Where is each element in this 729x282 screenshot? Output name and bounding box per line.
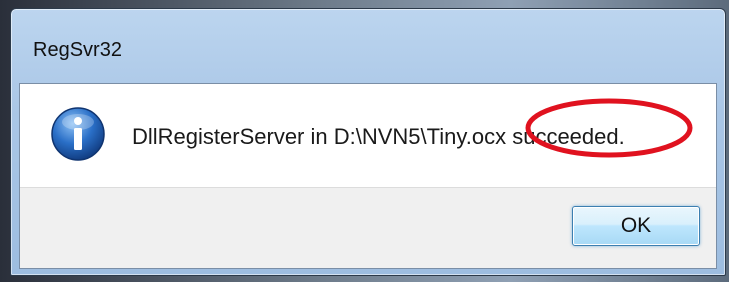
dialog-client-area: DllRegisterServer in D:\NVN5\Tiny.ocx su… — [19, 83, 717, 269]
ok-button[interactable]: OK — [572, 206, 700, 246]
title-bar[interactable]: RegSvr32 — [11, 9, 725, 83]
regsvr32-dialog: RegSvr32 DllRegisterServer in D:\NVN5\Ti… — [10, 8, 726, 276]
message-area: DllRegisterServer in D:\NVN5\Tiny.ocx su… — [20, 84, 716, 187]
information-icon — [51, 107, 105, 161]
window-title: RegSvr32 — [33, 39, 122, 61]
button-bar: OK — [20, 187, 716, 268]
ok-button-label: OK — [620, 214, 652, 237]
message-text: DllRegisterServer in D:\NVN5\Tiny.ocx su… — [132, 124, 625, 149]
